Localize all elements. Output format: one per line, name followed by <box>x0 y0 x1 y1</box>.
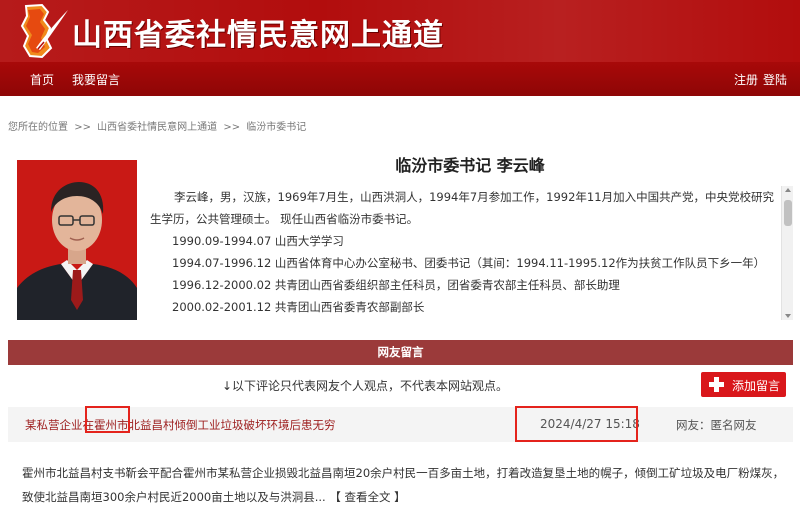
comment-body: 霍州市北益昌村支书靳会平配合霍州市某私营企业损毁北益昌南垣20余户村民一百多亩土… <box>22 461 794 509</box>
official-portrait <box>17 160 137 320</box>
breadcrumb-home-link[interactable]: 山西省委社情民意网上通道 <box>97 122 217 133</box>
bio-line: 2000.02-2001.12 共青团山西省委青农部副部长 <box>172 300 425 314</box>
breadcrumb-current[interactable]: 临汾市委书记 <box>246 122 306 133</box>
read-more-link[interactable]: 查看全文 <box>345 490 391 504</box>
main-nav: 首页 我要留言 注册 登陆 <box>0 62 800 96</box>
comments-section-header: 网友留言 <box>8 340 793 365</box>
nav-my-messages-link[interactable]: 我要留言 <box>72 71 120 88</box>
comment-author: 网友：匿名网友 <box>676 418 757 432</box>
add-comment-button[interactable]: 添加留言 <box>701 372 786 397</box>
breadcrumb-separator: >> <box>74 122 91 133</box>
scroll-up-icon[interactable] <box>785 188 791 192</box>
breadcrumb-prefix: 您所在的位置 <box>8 122 68 133</box>
site-title: 山西省委社情民意网上通道 <box>72 18 444 53</box>
comments-disclaimer: ↓以下评论只代表网友个人观点，不代表本网站观点。 <box>222 379 509 393</box>
nav-login-link[interactable]: 登陆 <box>763 71 787 88</box>
site-logo-icon[interactable] <box>8 2 70 60</box>
nav-home-link[interactable]: 首页 <box>30 71 54 88</box>
profile-bio: 李云峰，男，汉族，1969年7月生，山西洪洞人，1994年7月参加工作，1992… <box>150 186 780 320</box>
bio-line: 1994.07-1996.12 山西省体育中心办公室秘书、团委书记（其间：199… <box>172 256 766 270</box>
portrait-illustration <box>17 160 137 320</box>
scrollbar-thumb[interactable] <box>784 200 792 226</box>
highlight-box-date <box>515 406 638 442</box>
scroll-down-icon[interactable] <box>785 314 791 318</box>
bio-line: 1996.12-2000.02 共青团山西省委组织部主任科员，团省委青农部主任科… <box>172 278 620 292</box>
site-header: 山西省委社情民意网上通道 <box>0 0 800 62</box>
comment-title-link[interactable]: 某私营企业在霍州市北益昌村倾倒工业垃圾破坏环境后患无穷 <box>25 417 336 433</box>
comments-section-title: 网友留言 <box>377 345 424 359</box>
bio-line: 1990.09-1994.07 山西大学学习 <box>172 234 344 248</box>
highlight-box-location <box>85 406 130 433</box>
breadcrumb: 您所在的位置 >> 山西省委社情民意网上通道 >> 临汾市委书记 <box>8 118 309 133</box>
read-more-close-bracket: 】 <box>394 490 406 504</box>
nav-register-link[interactable]: 注册 <box>734 71 758 88</box>
breadcrumb-separator: >> <box>223 122 241 133</box>
plus-icon <box>708 376 725 393</box>
add-comment-label: 添加留言 <box>732 379 781 393</box>
profile-title: 临汾市委书记 李云峰 <box>395 156 545 175</box>
bio-intro: 李云峰，男，汉族，1969年7月生，山西洪洞人，1994年7月参加工作，1992… <box>150 190 775 226</box>
bio-scrollbar[interactable] <box>781 186 793 320</box>
